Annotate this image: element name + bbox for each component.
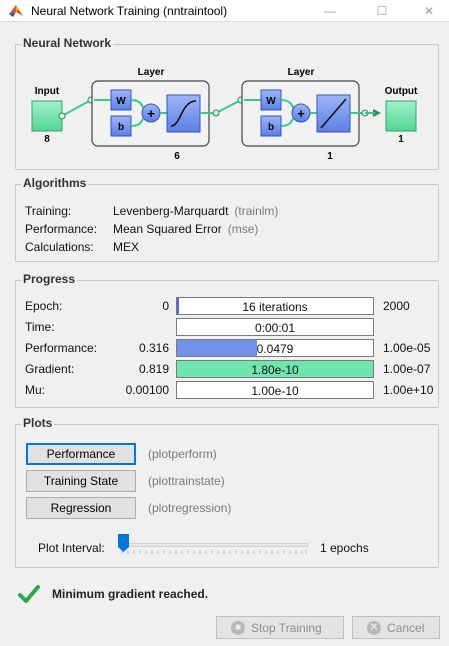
progress-start-value: 0.00100 [125,383,169,397]
stop-training-button[interactable]: ■ Stop Training [216,616,344,639]
progress-label: Time: [25,320,55,334]
input-box [31,100,63,132]
status-message: Minimum gradient reached. [52,587,209,601]
hidden-bias-label: b [118,122,124,133]
gradient-progress-bar: 1.80e-10 [176,360,374,378]
progress-start-value: 0 [162,299,169,313]
progress-bar-text: 0.0479 [256,342,294,356]
neural-network-title: Neural Network [21,36,114,50]
plot-training-state-button[interactable]: Training State [26,470,136,492]
plot-function-label: (plottrainstate) [148,474,225,488]
plot-function-label: (plotregression) [148,501,232,515]
output-layer-title: Layer [288,67,315,78]
progress-start-value: 0.316 [138,341,169,355]
output-box [385,100,417,132]
network-diagram: Input 8 Layer W b + 6 Layer W b + 1 Outp… [31,67,418,162]
progress-bar-text: 0:00:01 [254,321,296,335]
progress-end-value: 1.00e+10 [383,383,434,397]
progress-end-value: 1.00e-07 [383,362,431,376]
plot-interval-value: 1 epochs [320,541,369,555]
mu-progress-bar: 1.00e-10 [176,381,374,399]
stop-training-label: Stop Training [251,621,322,635]
progress-row-performance: Performance: 0.316 0.0479 1.00e-05 [25,339,435,357]
hidden-layer-size: 6 [174,151,180,162]
progress-panel: Progress Epoch: 0 16 iterations 2000 Tim… [15,272,439,408]
algorithm-value: MEX [113,240,140,254]
progress-bar-text: 1.00e-10 [251,384,299,398]
hidden-weight-label: W [116,96,126,107]
algorithm-function: (trainlm) [234,204,279,218]
matlab-logo-icon [9,5,23,17]
title-bar: Neural Network Training (nntraintool) — … [0,0,449,22]
progress-end-value: 2000 [383,299,410,313]
connector-node [212,109,220,117]
close-button[interactable]: ✕ [412,0,446,22]
algorithm-label: Calculations: [25,240,94,254]
time-progress-bar: 0:00:01 [176,318,374,336]
cancel-button[interactable]: ✕ Cancel [352,616,440,639]
input-size: 8 [44,134,50,145]
window-title: Neural Network Training (nntraintool) [31,4,228,18]
slider-ticks [121,550,307,554]
progress-title: Progress [21,272,78,286]
progress-row-time: Time: 0:00:01 [25,318,435,336]
output-bias-label: b [268,122,274,133]
plot-interval-slider-track[interactable] [120,543,308,547]
plot-interval-label: Plot Interval: [38,541,105,555]
algorithm-value: Mean Squared Error [113,222,222,236]
neural-network-panel: Neural Network Input 8 Layer W b + 6 Lay… [15,36,439,170]
maximize-button[interactable]: ☐ [365,0,399,22]
output-label: Output [385,86,418,97]
progress-bar-text: 1.80e-10 [251,363,299,377]
checkmark-icon [18,585,40,603]
progress-label: Epoch: [25,299,63,313]
cancel-icon: ✕ [367,621,381,635]
input-label: Input [35,86,60,97]
cancel-label: Cancel [387,621,425,635]
plots-title: Plots [21,416,55,430]
plots-panel: Plots Performance (plotperform) Training… [15,416,439,568]
minimize-button[interactable]: — [313,0,347,22]
hidden-sum-label: + [147,106,155,121]
output-layer-size: 1 [327,151,333,162]
progress-row-mu: Mu: 0.00100 1.00e-10 1.00e+10 [25,381,435,399]
connector-node [58,112,66,120]
progress-row-epoch: Epoch: 0 16 iterations 2000 [25,297,435,315]
performance-progress-bar: 0.0479 [176,339,374,357]
plot-regression-button[interactable]: Regression [26,497,136,519]
hidden-layer-title: Layer [138,67,165,78]
progress-row-gradient: Gradient: 0.819 1.80e-10 1.00e-07 [25,360,435,378]
output-weight-label: W [266,96,276,107]
progress-start-value: 0.819 [138,362,169,376]
algorithm-function: (mse) [227,222,259,236]
output-sum-label: + [297,106,305,121]
progress-bar-text: 16 iterations [242,300,308,314]
algorithm-label: Performance: [25,222,98,236]
plot-performance-button[interactable]: Performance [26,443,136,465]
progress-label: Mu: [25,383,46,397]
input-connector [61,99,92,117]
algorithm-value: Levenberg-Marquardt [113,204,229,218]
progress-label: Gradient: [25,362,75,376]
output-size: 1 [398,134,404,145]
progress-label: Performance: [25,341,98,355]
algorithm-label: Training: [25,204,72,218]
algorithms-panel: Algorithms Training: Levenberg-Marquardt… [15,176,439,262]
algorithms-title: Algorithms [21,176,89,190]
progress-end-value: 1.00e-05 [383,341,431,355]
plot-function-label: (plotperform) [148,447,217,461]
epoch-progress-bar: 16 iterations [176,297,374,315]
stop-icon: ■ [231,621,245,635]
layer-connector [215,99,242,114]
plot-interval-slider-thumb[interactable] [118,534,129,552]
